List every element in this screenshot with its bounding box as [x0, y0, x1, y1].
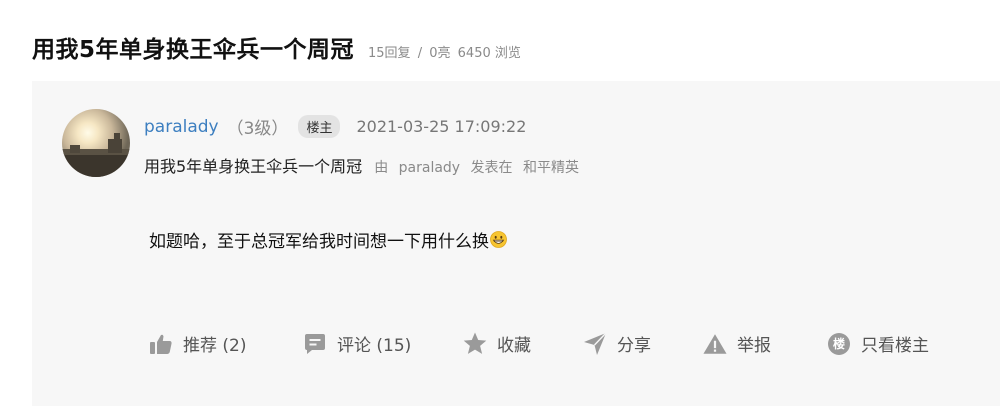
comment-label: 评论 (15) — [337, 336, 412, 356]
post-source: 由 paralady 发表在 和平精英 — [374, 157, 579, 177]
grinning-face-icon — [490, 231, 507, 248]
comment-button[interactable]: 评论 (15) — [303, 331, 463, 356]
thread-title: 用我5年单身换王伞兵一个周冠 — [32, 37, 355, 63]
action-bar: 推荐 (2) 评论 (15) 收藏 分享 举报 楼 只看楼主 — [149, 331, 929, 356]
username-link[interactable]: paralady — [144, 117, 219, 137]
post-body-text: 如题哈，至于总冠军给我时间想一下用什么换 — [149, 232, 489, 252]
report-button[interactable]: 举报 — [703, 331, 827, 356]
star-icon — [463, 332, 487, 356]
favorite-label: 收藏 — [497, 336, 531, 356]
post-subtitle: 用我5年单身换王伞兵一个周冠 — [144, 157, 363, 176]
user-level: （3级） — [226, 119, 289, 139]
thread-page: 用我5年单身换王伞兵一个周冠 15回复 / 0亮 6450 浏览 paralad… — [0, 0, 1000, 406]
view-count: 6450 浏览 — [457, 46, 521, 61]
floor-owner-glyph: 楼 — [828, 332, 850, 355]
owner-badge: 楼主 — [298, 115, 341, 138]
source-board[interactable]: 和平精英 — [523, 160, 579, 176]
report-label: 举报 — [737, 336, 771, 356]
comment-icon — [303, 332, 327, 356]
like-label: 推荐 (2) — [183, 336, 247, 356]
share-label: 分享 — [617, 336, 651, 356]
owner-only-label: 只看楼主 — [861, 336, 929, 356]
post-card: paralady （3级） 楼主 2021-03-25 17:09:22 用我5… — [32, 81, 1000, 406]
like-count: 0亮 — [429, 46, 451, 61]
warning-icon — [703, 332, 727, 356]
thumbs-up-icon — [149, 332, 173, 356]
stats-separator: / — [417, 46, 423, 61]
reply-count: 15回复 — [368, 46, 411, 61]
like-button[interactable]: 推荐 (2) — [149, 331, 303, 356]
post-subline: 用我5年单身换王伞兵一个周冠 由 paralady 发表在 和平精英 — [144, 153, 579, 177]
owner-only-button[interactable]: 楼 只看楼主 — [827, 331, 929, 356]
source-user[interactable]: paralady — [399, 160, 460, 176]
source-verb: 发表在 — [470, 160, 513, 176]
favorite-button[interactable]: 收藏 — [463, 331, 583, 356]
source-prefix: 由 — [374, 160, 389, 176]
paper-plane-icon — [583, 332, 607, 356]
post-meta: paralady （3级） 楼主 2021-03-25 17:09:22 — [144, 114, 526, 139]
post-time: 2021-03-25 17:09:22 — [356, 117, 527, 136]
post-content: 如题哈，至于总冠军给我时间想一下用什么换 — [149, 227, 507, 252]
thread-header: 用我5年单身换王伞兵一个周冠 15回复 / 0亮 6450 浏览 — [32, 30, 521, 64]
thread-stats: 15回复 / 0亮 6450 浏览 — [368, 42, 521, 61]
share-button[interactable]: 分享 — [583, 331, 703, 356]
avatar[interactable] — [62, 109, 130, 177]
avatar-image — [62, 109, 130, 177]
floor-owner-icon: 楼 — [827, 332, 851, 356]
